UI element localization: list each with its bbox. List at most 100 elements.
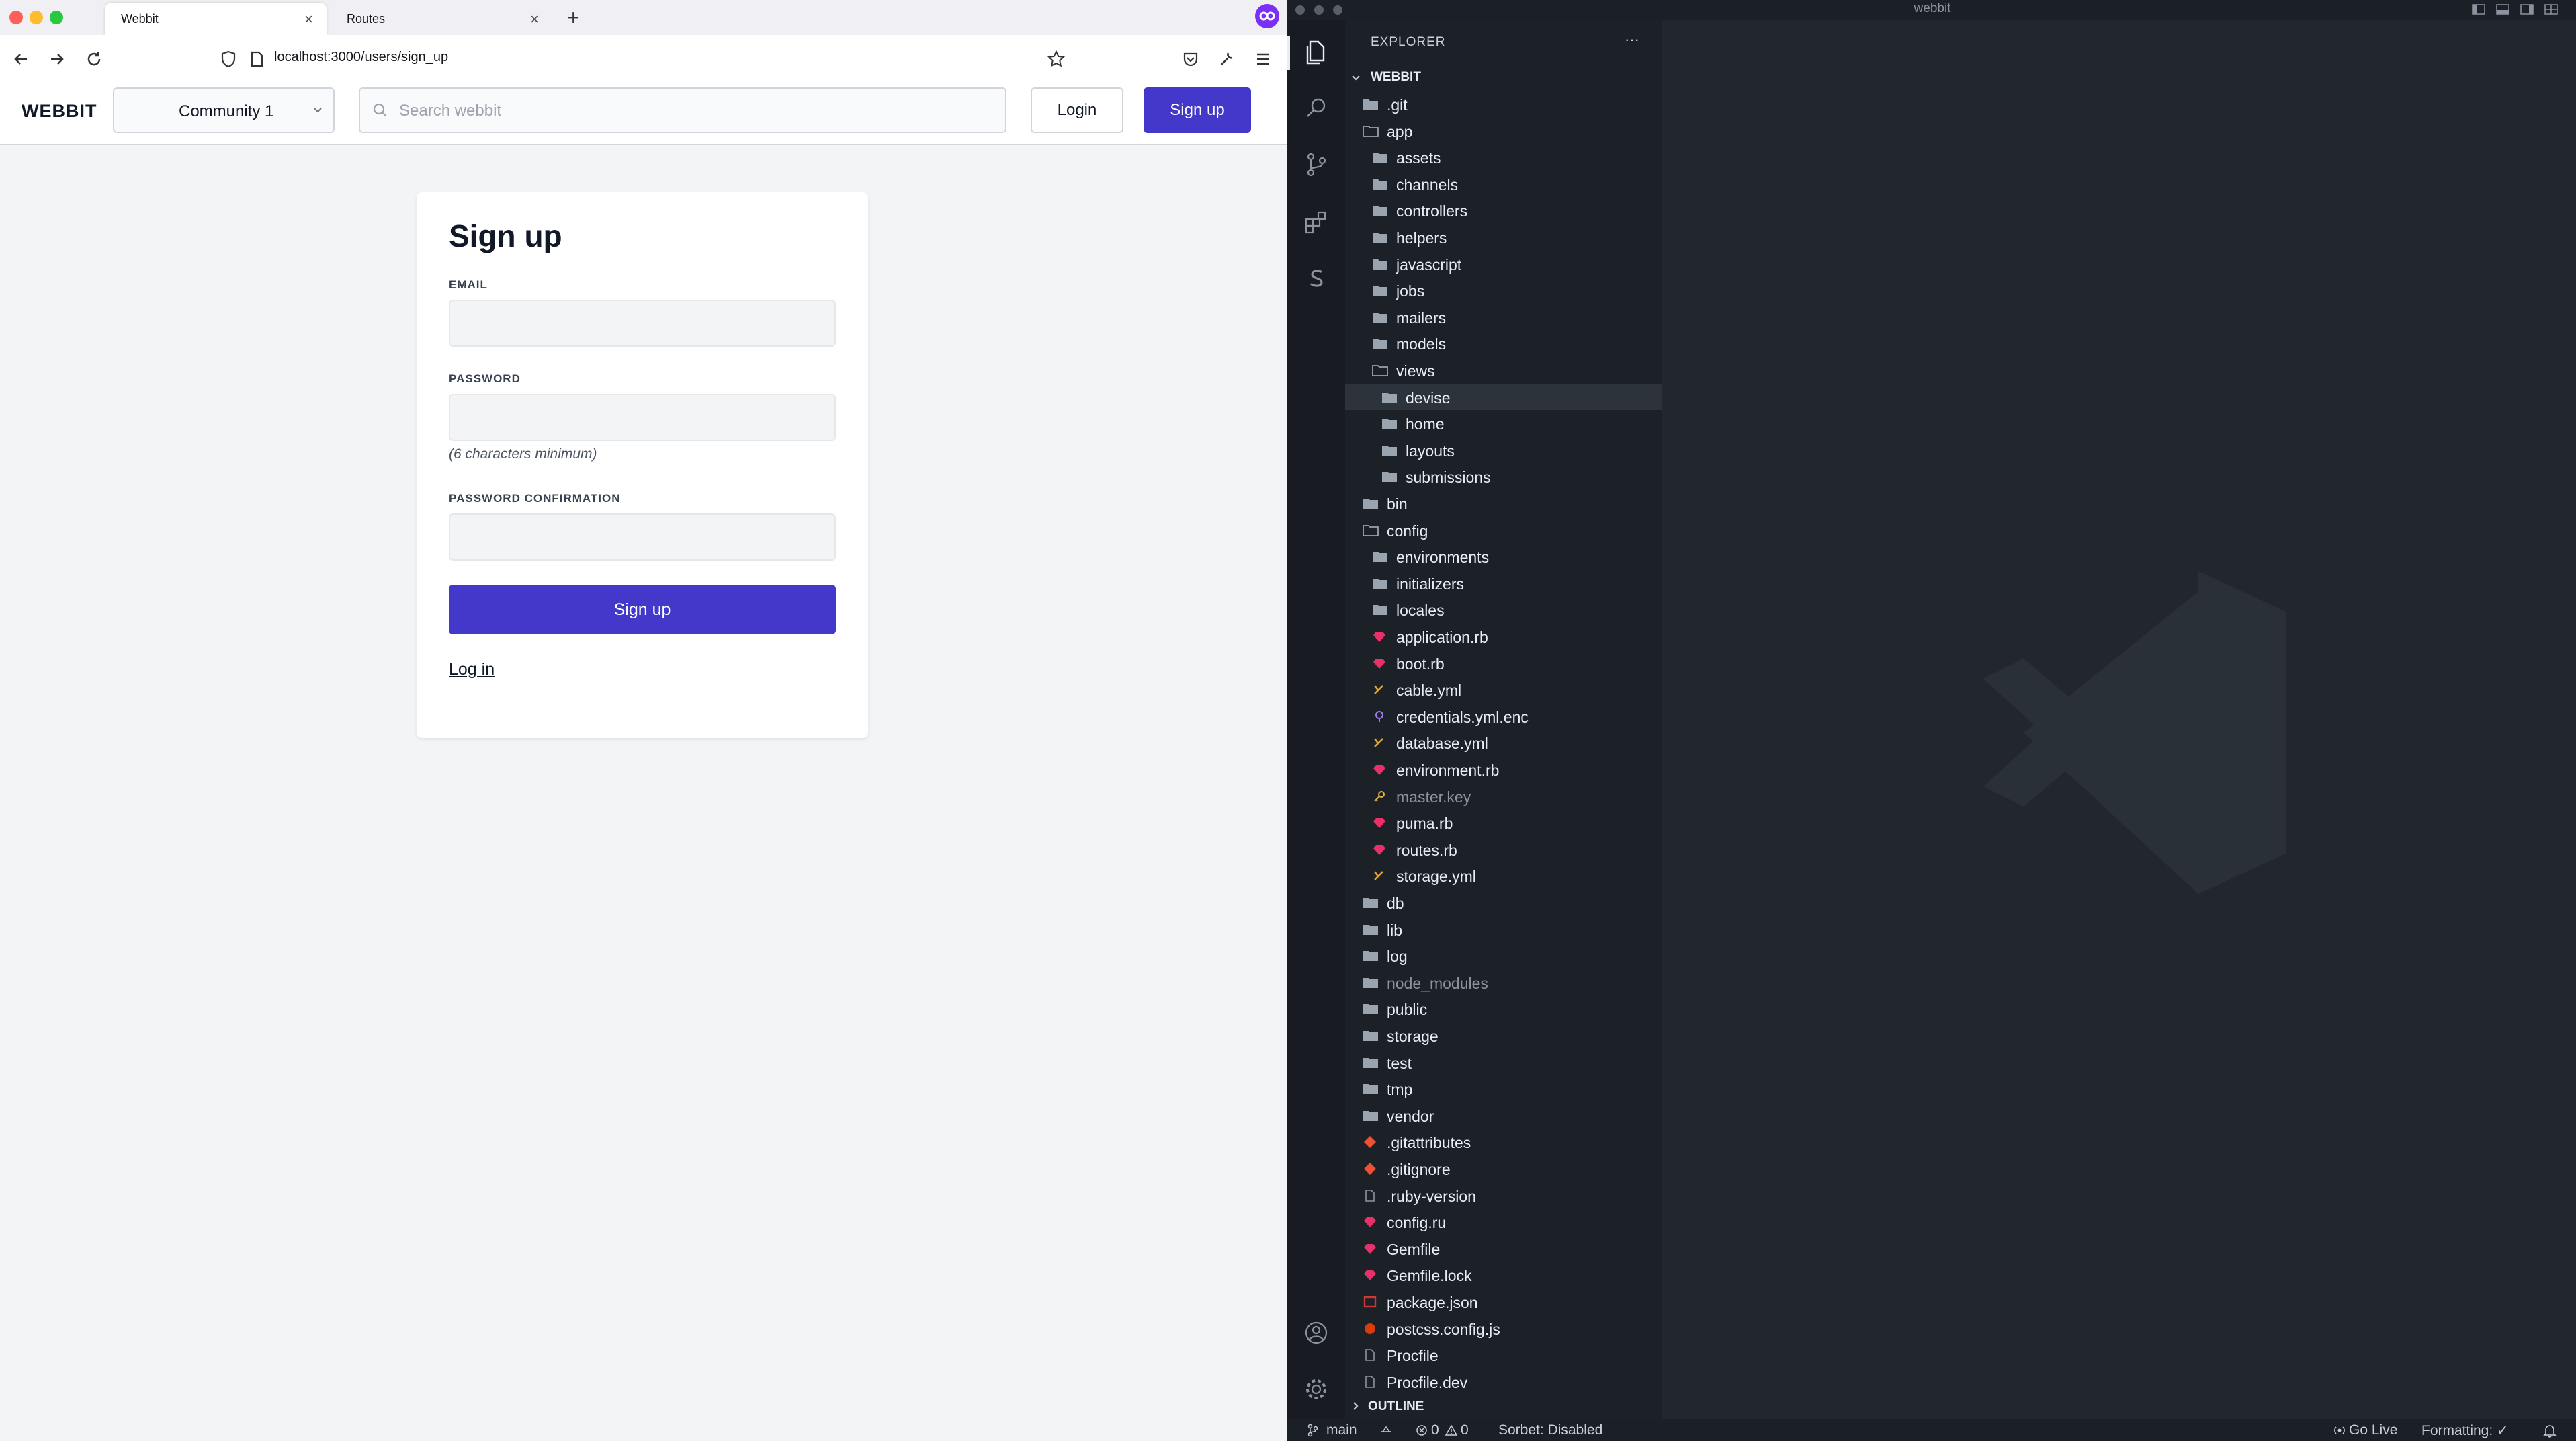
tree-item[interactable]: views (1345, 358, 1662, 383)
formatting-status[interactable]: Formatting: ✓ (2421, 1422, 2509, 1439)
tree-item[interactable]: models (1345, 331, 1662, 356)
tree-item[interactable]: puma.rb (1345, 810, 1662, 835)
new-tab-button[interactable]: + (567, 5, 580, 30)
tree-item[interactable]: vendor (1345, 1103, 1662, 1128)
sync-icon[interactable] (1379, 1424, 1393, 1437)
back-icon[interactable] (9, 47, 34, 71)
brand-logo[interactable]: WEBBIT (22, 101, 97, 122)
tree-item[interactable]: controllers (1345, 198, 1662, 223)
tree-item[interactable]: test (1345, 1050, 1662, 1075)
toggle-secondary-sidebar-icon[interactable] (2520, 3, 2534, 16)
search-icon[interactable] (1302, 94, 1330, 122)
tree-item[interactable]: locales (1345, 597, 1662, 622)
signup-submit-button[interactable]: Sign up (449, 585, 836, 634)
account-icon[interactable] (1255, 4, 1279, 28)
signup-nav-button[interactable]: Sign up (1144, 87, 1251, 133)
gear-icon[interactable] (1302, 1375, 1330, 1403)
close-window-button[interactable] (9, 11, 23, 24)
tab-webbit[interactable]: Webbit × (105, 3, 327, 35)
tree-item[interactable]: db (1345, 890, 1662, 915)
tree-item[interactable]: .ruby-version (1345, 1183, 1662, 1208)
reload-icon[interactable] (82, 47, 106, 71)
tab-routes[interactable]: Routes × (331, 3, 552, 35)
tree-item[interactable]: bin (1345, 491, 1662, 516)
accounts-icon[interactable] (1302, 1319, 1330, 1347)
tree-item[interactable]: cable.yml (1345, 677, 1662, 702)
tree-item[interactable]: lib (1345, 917, 1662, 942)
tree-item[interactable]: submissions (1345, 464, 1662, 489)
chevron-down-icon[interactable] (1349, 71, 1363, 85)
workspace-root[interactable]: WEBBIT (1371, 70, 1421, 85)
login-button[interactable]: Login (1031, 87, 1123, 133)
login-link[interactable]: Log in (449, 660, 495, 680)
tree-item[interactable]: .gitignore (1345, 1156, 1662, 1182)
close-tab-icon[interactable]: × (304, 11, 313, 28)
search-box[interactable] (359, 87, 1006, 133)
tree-item[interactable]: .git (1345, 91, 1662, 117)
tree-item[interactable]: jobs (1345, 278, 1662, 303)
close-tab-icon[interactable]: × (530, 11, 539, 28)
tree-item[interactable]: devise (1345, 384, 1662, 410)
toggle-panel-icon[interactable] (2495, 3, 2510, 16)
warning-icon[interactable] (1445, 1424, 1458, 1437)
explorer-icon[interactable] (1302, 38, 1330, 66)
tree-item[interactable]: Gemfile.lock (1345, 1262, 1662, 1288)
toggle-sidebar-icon[interactable] (2471, 3, 2486, 16)
tree-item[interactable]: helpers (1345, 224, 1662, 250)
tree-item[interactable]: log (1345, 943, 1662, 969)
tree-item[interactable]: postcss.config.js (1345, 1316, 1662, 1342)
chevron-right-icon[interactable] (1349, 1399, 1363, 1413)
tree-item[interactable]: credentials.yml.enc (1345, 704, 1662, 729)
customize-layout-icon[interactable] (2544, 3, 2559, 16)
hamburger-menu-icon[interactable] (1251, 47, 1275, 71)
tree-item[interactable]: environment.rb (1345, 757, 1662, 782)
tree-item[interactable]: initializers (1345, 571, 1662, 596)
tree-item[interactable]: mailers (1345, 304, 1662, 330)
go-live-button[interactable]: Go Live (2349, 1422, 2397, 1438)
tree-item[interactable]: Procfile (1345, 1342, 1662, 1368)
close-window-button[interactable] (1295, 5, 1305, 15)
tree-item[interactable]: config (1345, 518, 1662, 543)
error-icon[interactable] (1415, 1424, 1428, 1437)
tree-item[interactable]: app (1345, 118, 1662, 144)
search-input[interactable] (398, 89, 992, 133)
minimize-window-button[interactable] (30, 11, 43, 24)
forward-icon[interactable] (44, 47, 69, 71)
bell-icon[interactable] (2542, 1423, 2557, 1438)
tree-item[interactable]: storage.yml (1345, 863, 1662, 889)
bookmark-star-icon[interactable] (1044, 47, 1068, 71)
password-confirmation-field[interactable] (449, 513, 836, 561)
tree-item[interactable]: tmp (1345, 1076, 1662, 1102)
tree-item[interactable]: public (1345, 996, 1662, 1022)
pocket-icon[interactable] (1178, 47, 1203, 71)
tree-item[interactable]: .gitattributes (1345, 1129, 1662, 1155)
tree-item[interactable]: routes.rb (1345, 837, 1662, 862)
tree-item[interactable]: config.ru (1345, 1209, 1662, 1235)
shield-icon[interactable] (216, 47, 241, 71)
tree-item[interactable]: javascript (1345, 251, 1662, 277)
branch-name[interactable]: main (1326, 1422, 1357, 1438)
more-actions-icon[interactable]: ··· (1625, 31, 1639, 48)
community-select[interactable]: Community 1 (113, 87, 335, 133)
tree-item[interactable]: environments (1345, 544, 1662, 569)
sorbet-status[interactable]: Sorbet: Disabled (1498, 1422, 1602, 1438)
minimize-window-button[interactable] (1314, 5, 1324, 15)
maximize-window-button[interactable] (50, 11, 63, 24)
email-field[interactable] (449, 300, 836, 347)
tree-item[interactable]: storage (1345, 1023, 1662, 1048)
tree-item[interactable]: assets (1345, 145, 1662, 170)
extensions-icon[interactable] (1302, 208, 1330, 237)
tree-item[interactable]: application.rb (1345, 624, 1662, 649)
tree-item[interactable]: channels (1345, 171, 1662, 197)
maximize-window-button[interactable] (1333, 5, 1342, 15)
tree-item[interactable]: layouts (1345, 438, 1662, 463)
url-bar[interactable]: localhost:3000/users/sign_up (274, 50, 448, 65)
wrench-icon[interactable] (1215, 47, 1239, 71)
tree-item[interactable]: boot.rb (1345, 651, 1662, 676)
source-control-icon[interactable] (1302, 151, 1330, 179)
tree-item[interactable]: master.key (1345, 784, 1662, 809)
tree-item[interactable]: package.json (1345, 1289, 1662, 1315)
outline-section[interactable]: OUTLINE (1368, 1399, 1424, 1414)
tree-item[interactable]: Procfile.dev (1345, 1369, 1662, 1395)
tree-item[interactable]: node_modules (1345, 970, 1662, 995)
